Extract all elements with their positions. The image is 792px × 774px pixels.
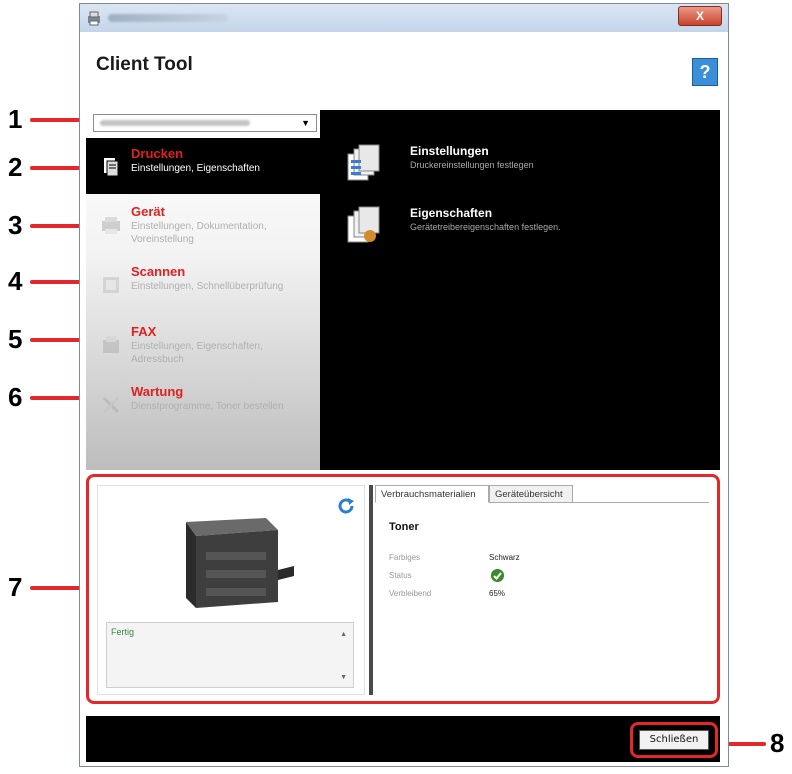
sidebar: ▼ Drucken Einstellungen, Eigenschaften G… — [86, 110, 320, 470]
remaining-label: Verbleibend — [389, 589, 432, 598]
sidebar-item-description: Einstellungen, Dokumentation, Voreinstel… — [131, 221, 267, 245]
panel-divider — [369, 485, 373, 695]
tab-content: Toner Farbiges Schwarz Status Verbleiben… — [375, 502, 709, 696]
close-button-highlight: Schließen — [630, 722, 718, 758]
callout-7: 7 — [8, 572, 23, 602]
sidebar-item-description: Einstellungen, Schnellüberprüfung — [131, 281, 284, 292]
toner-heading: Toner — [389, 521, 419, 533]
status-text: Fertig — [111, 627, 135, 637]
sidebar-item-description: Einstellungen, Eigenschaften, Adressbuch — [131, 341, 263, 365]
callout-8: 8 — [770, 728, 785, 758]
content-pane: Einstellungen Druckereinstellungen festl… — [320, 110, 720, 470]
footer-bar: Schließen — [86, 716, 720, 762]
sidebar-item-description: Dienstprogramme, Toner bestellen — [131, 401, 284, 412]
supplies-section: Verbrauchsmaterialien Geräteübersicht To… — [375, 485, 709, 695]
chevron-down-icon: ▼ — [301, 118, 310, 128]
sidebar-item-label: Scannen — [131, 264, 186, 279]
refresh-icon[interactable] — [336, 496, 356, 516]
scanner-icon — [103, 277, 119, 293]
content-item-eigenschaften[interactable]: Eigenschaften Gerätetreibereigenschaften… — [346, 206, 706, 252]
sidebar-item-fax[interactable]: FAX Einstellungen, Eigenschaften, Adress… — [86, 316, 320, 372]
printer-image — [186, 518, 294, 608]
ok-check-icon — [491, 569, 504, 582]
settings-document-icon — [347, 144, 380, 181]
color-value: Schwarz — [489, 553, 520, 562]
tools-icon — [102, 396, 120, 414]
remaining-value: 65% — [489, 589, 506, 598]
title-bar: X — [80, 4, 728, 33]
window-title-redacted — [108, 14, 228, 22]
tab-verbrauchsmaterialien[interactable]: Verbrauchsmaterialien — [375, 485, 489, 503]
callout-2: 2 — [8, 152, 23, 182]
sidebar-item-description: Einstellungen, Eigenschaften — [131, 163, 260, 174]
app-header: Client Tool ? — [80, 32, 728, 100]
client-tool-window: X Client Tool ? ▼ Drucken Einstellungen,… — [79, 3, 729, 767]
close-button[interactable]: Schließen — [639, 730, 709, 750]
sidebar-item-scannen[interactable]: Scannen Einstellungen, Schnellüberprüfun… — [86, 256, 320, 312]
device-name-redacted — [100, 120, 250, 126]
sidebar-item-label: FAX — [131, 324, 157, 339]
sidebar-item-label: Gerät — [131, 204, 165, 219]
callout-1: 1 — [8, 104, 23, 134]
print-icon — [104, 158, 119, 177]
color-label: Farbiges — [389, 553, 421, 562]
device-status-panel: Fertig ▲ ▼ Verbrauchsmaterialien Geräteü… — [86, 474, 720, 704]
sidebar-item-drucken[interactable]: Drucken Einstellungen, Eigenschaften — [86, 138, 320, 194]
status-label: Status — [389, 571, 412, 580]
content-item-description: Gerätetreibereigenschaften festlegen. — [410, 222, 561, 232]
callout-6: 6 — [8, 382, 23, 412]
callout-3: 3 — [8, 210, 23, 240]
tab-geraeteuebersicht[interactable]: Geräteübersicht — [489, 485, 573, 503]
sidebar-item-label: Wartung — [131, 384, 184, 399]
window-close-button[interactable]: X — [678, 6, 722, 26]
fax-icon — [103, 336, 119, 353]
content-item-einstellungen[interactable]: Einstellungen Druckereinstellungen festl… — [346, 144, 706, 190]
sidebar-item-label: Drucken — [131, 146, 184, 161]
properties-document-icon — [347, 206, 380, 243]
callout-4: 4 — [8, 266, 23, 296]
printer-app-icon — [88, 11, 100, 26]
sidebar-item-geraet[interactable]: Gerät Einstellungen, Dokumentation, Vore… — [86, 196, 320, 252]
page-title: Client Tool — [96, 54, 193, 75]
sidebar-item-wartung[interactable]: Wartung Dienstprogramme, Toner bestellen — [86, 376, 320, 432]
content-item-description: Druckereinstellungen festlegen — [410, 160, 534, 170]
scroll-down-icon[interactable]: ▼ — [340, 674, 347, 681]
callout-5: 5 — [8, 324, 23, 354]
scroll-up-icon[interactable]: ▲ — [340, 631, 347, 638]
main-panel: ▼ Drucken Einstellungen, Eigenschaften G… — [86, 110, 720, 470]
device-preview: Fertig ▲ ▼ — [97, 485, 365, 695]
content-item-title: Einstellungen — [410, 144, 489, 158]
help-button[interactable]: ? — [692, 58, 718, 86]
content-item-title: Eigenschaften — [410, 206, 493, 220]
status-message-box: Fertig ▲ ▼ — [106, 622, 354, 688]
device-select[interactable]: ▼ — [93, 114, 317, 132]
device-icon — [102, 217, 120, 234]
